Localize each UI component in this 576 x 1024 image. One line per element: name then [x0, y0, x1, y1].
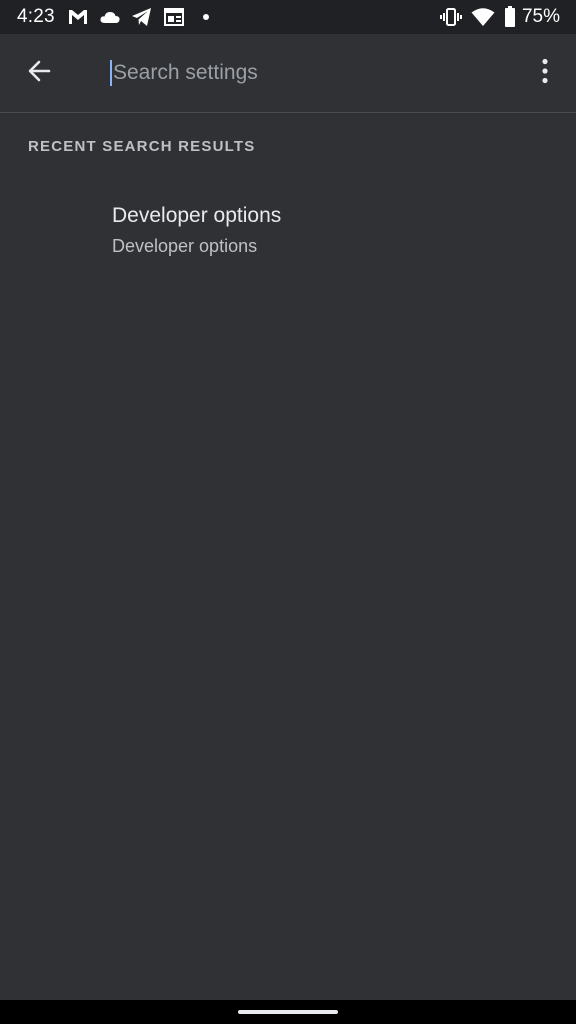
navigation-bar	[0, 1000, 576, 1024]
home-gesture-handle[interactable]	[238, 1010, 338, 1014]
result-subtitle: Developer options	[112, 236, 258, 256]
more-options-button[interactable]	[528, 56, 562, 90]
vibrate-icon	[439, 7, 462, 27]
system-icons: 75%	[439, 6, 560, 28]
gmail-icon	[67, 6, 89, 28]
arrow-back-icon	[26, 59, 52, 88]
recent-result-item[interactable]: Developer options Developer options	[0, 190, 576, 280]
cloud-icon	[99, 6, 121, 28]
wifi-icon	[471, 7, 495, 27]
dot-icon	[195, 6, 217, 28]
search-field[interactable]	[110, 56, 490, 90]
battery-percent: 75%	[521, 6, 560, 27]
status-bar: 4:23 75%	[0, 0, 576, 34]
text-cursor	[110, 60, 112, 86]
telegram-icon	[131, 6, 153, 28]
search-toolbar	[0, 34, 576, 113]
settings-search-screen: 4:23 75% Search settings RECENT SEARCH R…	[0, 0, 576, 1024]
notification-icons	[67, 6, 217, 28]
search-input[interactable]	[113, 61, 473, 85]
status-time: 4:23	[17, 6, 55, 27]
result-title: Developer options	[112, 204, 282, 227]
recent-results-header: RECENT SEARCH RESULTS	[28, 138, 256, 155]
news-icon	[163, 6, 185, 28]
back-button[interactable]	[18, 52, 60, 94]
more-vert-icon	[541, 58, 549, 89]
battery-icon	[504, 6, 516, 28]
